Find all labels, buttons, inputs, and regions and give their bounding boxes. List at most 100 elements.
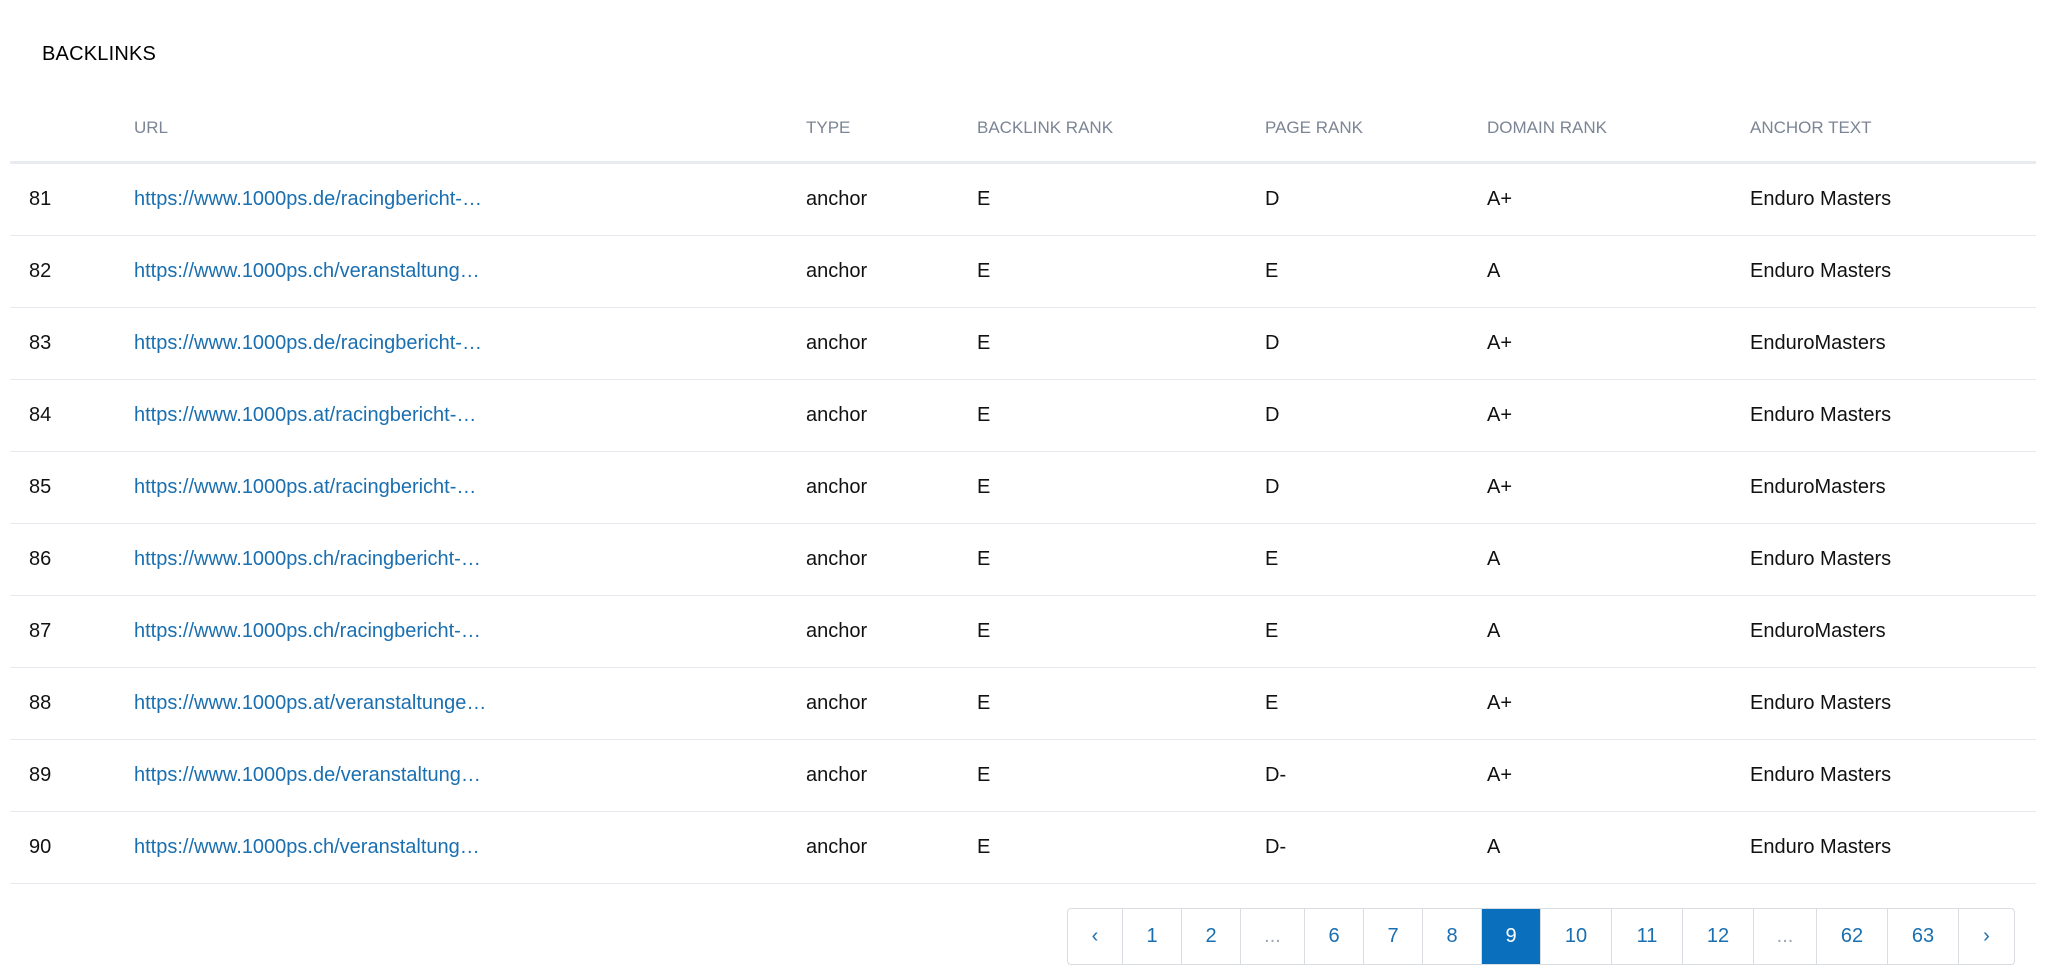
backlinks-panel: BACKLINKS URL TYPE BACKLINK RANK PAGE RA… — [0, 0, 2048, 980]
column-header-number — [10, 94, 134, 164]
table-header: URL TYPE BACKLINK RANK PAGE RANK DOMAIN … — [10, 94, 2036, 164]
table-row: 88 https://www.1000ps.at/veranstaltunge… a… — [10, 667, 2036, 740]
pagination-page-8[interactable]: 8 — [1423, 909, 1482, 964]
url-cell: https://www.1000ps.at/veranstaltunge… — [134, 667, 806, 740]
column-header-url[interactable]: URL — [134, 94, 806, 164]
anchor-text-cell: Enduro Masters — [1750, 162, 2036, 236]
anchor-text-cell: EnduroMasters — [1750, 595, 2036, 668]
pagination-prev-button[interactable]: ‹ — [1068, 909, 1123, 964]
table-row: 89 https://www.1000ps.de/veranstaltung… an… — [10, 739, 2036, 812]
domain-rank-cell: A — [1487, 523, 1750, 596]
backlink-url-link[interactable]: https://www.1000ps.de/veranstaltung… — [134, 764, 481, 787]
pagination-page-63[interactable]: 63 — [1888, 909, 1959, 964]
backlink-url-link[interactable]: https://www.1000ps.at/racingbericht-… — [134, 404, 476, 427]
domain-rank-cell: A — [1487, 595, 1750, 668]
backlink-url-link[interactable]: https://www.1000ps.ch/veranstaltung… — [134, 260, 480, 283]
backlink-url-link[interactable]: https://www.1000ps.de/racingbericht-… — [134, 332, 482, 355]
domain-rank-cell: A+ — [1487, 451, 1750, 524]
domain-rank-cell: A+ — [1487, 667, 1750, 740]
pagination-page-10[interactable]: 10 — [1541, 909, 1612, 964]
anchor-text-cell: Enduro Masters — [1750, 523, 2036, 596]
backlink-url-link[interactable]: https://www.1000ps.at/veranstaltunge… — [134, 692, 486, 715]
pagination-ellipsis: ... — [1754, 909, 1817, 964]
anchor-text-cell: Enduro Masters — [1750, 739, 2036, 812]
backlink-rank-cell: E — [977, 451, 1265, 524]
type-cell: anchor — [806, 523, 977, 596]
pagination-current-page[interactable]: 9 — [1482, 909, 1541, 964]
row-number: 87 — [10, 595, 134, 668]
table-row: 86 https://www.1000ps.ch/racingbericht-… a… — [10, 523, 2036, 596]
page-rank-cell: D- — [1265, 811, 1487, 884]
backlink-rank-cell: E — [977, 667, 1265, 740]
url-cell: https://www.1000ps.ch/veranstaltung… — [134, 235, 806, 308]
type-cell: anchor — [806, 307, 977, 380]
page-rank-cell: D- — [1265, 739, 1487, 812]
row-number: 85 — [10, 451, 134, 524]
page-rank-cell: D — [1265, 451, 1487, 524]
row-number: 82 — [10, 235, 134, 308]
column-header-domain-rank[interactable]: DOMAIN RANK — [1487, 94, 1750, 164]
table-body: 81 https://www.1000ps.de/racingbericht-… a… — [10, 162, 2036, 884]
column-header-backlink-rank[interactable]: BACKLINK RANK — [977, 94, 1265, 164]
backlink-url-link[interactable]: https://www.1000ps.de/racingbericht-… — [134, 188, 482, 211]
url-cell: https://www.1000ps.at/racingbericht-… — [134, 379, 806, 452]
backlink-url-link[interactable]: https://www.1000ps.ch/veranstaltung… — [134, 836, 480, 859]
table-row: 81 https://www.1000ps.de/racingbericht-… a… — [10, 162, 2036, 236]
url-cell: https://www.1000ps.at/racingbericht-… — [134, 451, 806, 524]
type-cell: anchor — [806, 667, 977, 740]
table-row: 90 https://www.1000ps.ch/veranstaltung… an… — [10, 811, 2036, 884]
pagination-next-button[interactable]: › — [1959, 909, 2014, 964]
pagination-page-11[interactable]: 11 — [1612, 909, 1683, 964]
row-number: 89 — [10, 739, 134, 812]
domain-rank-cell: A — [1487, 811, 1750, 884]
pagination-page-7[interactable]: 7 — [1364, 909, 1423, 964]
backlink-url-link[interactable]: https://www.1000ps.at/racingbericht-… — [134, 476, 476, 499]
table-row: 85 https://www.1000ps.at/racingbericht-… a… — [10, 451, 2036, 524]
anchor-text-cell: Enduro Masters — [1750, 811, 2036, 884]
backlink-url-link[interactable]: https://www.1000ps.ch/racingbericht-… — [134, 620, 481, 643]
page-rank-cell: E — [1265, 523, 1487, 596]
column-header-page-rank[interactable]: PAGE RANK — [1265, 94, 1487, 164]
table-row: 87 https://www.1000ps.ch/racingbericht-… a… — [10, 595, 2036, 668]
row-number: 88 — [10, 667, 134, 740]
row-number: 81 — [10, 162, 134, 236]
page-rank-cell: E — [1265, 595, 1487, 668]
type-cell: anchor — [806, 595, 977, 668]
page-rank-cell: E — [1265, 667, 1487, 740]
pagination-page-2[interactable]: 2 — [1182, 909, 1241, 964]
pagination-page-62[interactable]: 62 — [1817, 909, 1888, 964]
pagination-page-1[interactable]: 1 — [1123, 909, 1182, 964]
row-number: 90 — [10, 811, 134, 884]
domain-rank-cell: A+ — [1487, 739, 1750, 812]
url-cell: https://www.1000ps.ch/racingbericht-… — [134, 523, 806, 596]
pagination-page-6[interactable]: 6 — [1305, 909, 1364, 964]
row-number: 83 — [10, 307, 134, 380]
section-title: BACKLINKS — [42, 43, 157, 65]
pagination-ellipsis: ... — [1241, 909, 1305, 964]
table-row: 83 https://www.1000ps.de/racingbericht-… a… — [10, 307, 2036, 380]
type-cell: anchor — [806, 379, 977, 452]
type-cell: anchor — [806, 811, 977, 884]
domain-rank-cell: A+ — [1487, 162, 1750, 236]
row-number: 84 — [10, 379, 134, 452]
url-cell: https://www.1000ps.de/racingbericht-… — [134, 307, 806, 380]
type-cell: anchor — [806, 235, 977, 308]
table-row: 82 https://www.1000ps.ch/veranstaltung… an… — [10, 235, 2036, 308]
backlink-url-link[interactable]: https://www.1000ps.ch/racingbericht-… — [134, 548, 481, 571]
column-header-anchor-text[interactable]: ANCHOR TEXT — [1750, 94, 2036, 164]
type-cell: anchor — [806, 451, 977, 524]
page-rank-cell: E — [1265, 235, 1487, 308]
backlink-rank-cell: E — [977, 307, 1265, 380]
url-cell: https://www.1000ps.de/veranstaltung… — [134, 739, 806, 812]
domain-rank-cell: A+ — [1487, 307, 1750, 380]
backlink-rank-cell: E — [977, 739, 1265, 812]
anchor-text-cell: Enduro Masters — [1750, 379, 2036, 452]
backlink-rank-cell: E — [977, 595, 1265, 668]
domain-rank-cell: A — [1487, 235, 1750, 308]
pagination-page-12[interactable]: 12 — [1683, 909, 1754, 964]
type-cell: anchor — [806, 739, 977, 812]
backlink-rank-cell: E — [977, 235, 1265, 308]
url-cell: https://www.1000ps.ch/racingbericht-… — [134, 595, 806, 668]
table-row: 84 https://www.1000ps.at/racingbericht-… a… — [10, 379, 2036, 452]
column-header-type[interactable]: TYPE — [806, 94, 977, 164]
